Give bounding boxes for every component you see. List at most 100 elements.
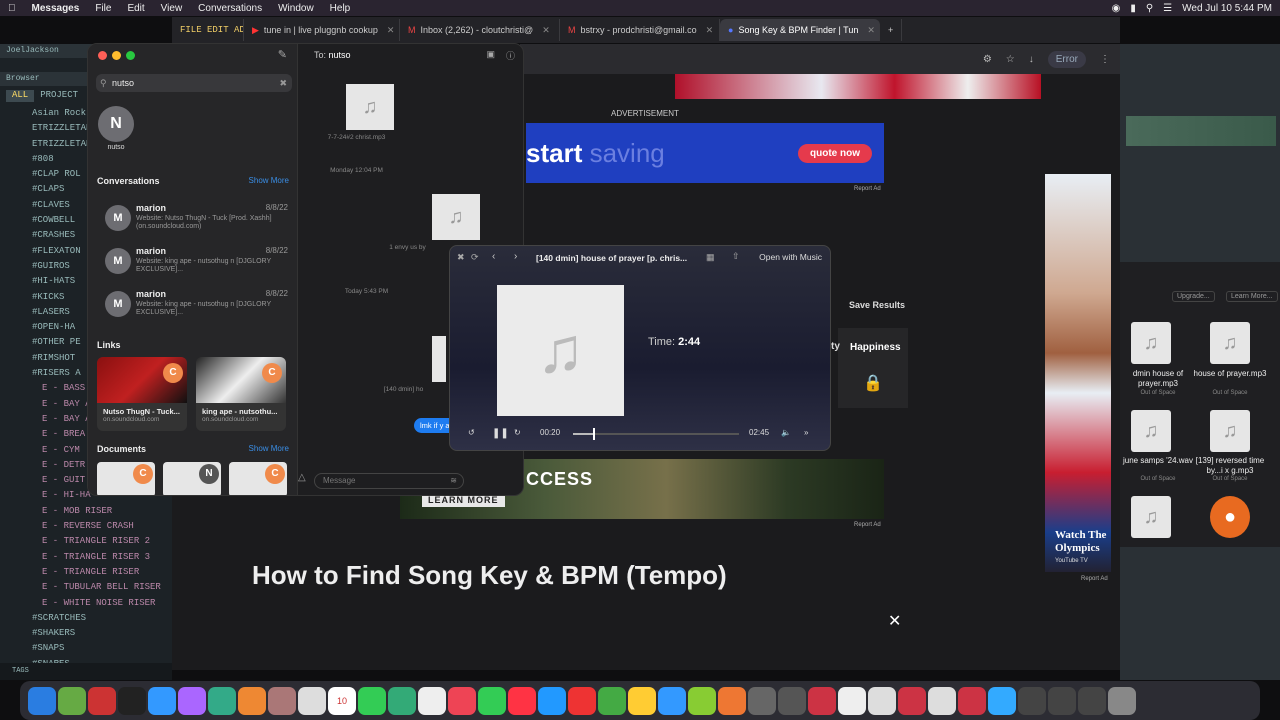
dock-app-icon[interactable] [928,686,956,715]
audio-file-icon[interactable]: ♫ [1131,410,1171,452]
menu-help[interactable]: Help [322,3,359,14]
dock-app-icon[interactable] [778,686,806,715]
share-icon[interactable]: ⇧ [732,251,740,262]
close-icon[interactable]: ✖ [457,252,465,263]
skip-forward-icon[interactable]: ↻ [514,428,521,437]
info-icon[interactable]: ⓘ [506,49,515,62]
fl-folder-item[interactable]: #SHAKERS [0,626,172,641]
dock-app-icon[interactable] [808,686,836,715]
error-button[interactable]: Error [1047,50,1086,68]
show-more-link[interactable]: Show More [249,176,289,185]
audio-file-icon[interactable]: ♫ [1210,410,1250,452]
dock-app-icon[interactable] [958,686,986,715]
report-ad-link-3[interactable]: Report Ad [1081,576,1108,582]
close-icon[interactable]: ✕ [888,611,901,631]
dock-app-icon[interactable] [898,686,926,715]
search-icon[interactable]: ⚲ [1146,3,1153,14]
close-icon[interactable]: ✕ [706,25,714,36]
dock-app-icon[interactable] [148,686,176,715]
dock-app-icon[interactable] [838,686,866,715]
bookmark-icon[interactable]: ☆ [1006,54,1015,65]
audio-attachment[interactable]: ♫ [432,194,480,240]
menu-view[interactable]: View [153,3,191,14]
dock-app-icon[interactable] [1048,686,1076,715]
calendar-icon[interactable]: 10 [328,686,356,715]
close-icon[interactable]: ✕ [387,25,395,36]
dock-app-icon[interactable] [268,686,296,715]
menu-file[interactable]: File [87,3,119,14]
contact-avatar[interactable]: N [98,106,134,142]
audio-attachment[interactable]: ♫ [346,84,394,130]
menu-conversations[interactable]: Conversations [190,3,270,14]
dock-app-icon[interactable] [418,686,446,715]
menu-window[interactable]: Window [270,3,322,14]
open-with-music-button[interactable]: Open with Music [759,252,822,262]
dock-app-icon[interactable] [628,686,656,715]
audio-file-icon[interactable]: ♫ [1210,322,1250,364]
report-ad-link[interactable]: Report Ad [854,186,881,192]
conversation-item[interactable]: M marion 8/8/22 Website: Nutso ThugN - T… [88,201,298,243]
dock-app-icon[interactable] [118,686,146,715]
new-tab-button[interactable]: + [880,19,903,41]
clear-search-icon[interactable]: ✖ [279,74,287,92]
file-name[interactable]: june samps '24.wav [1120,456,1196,466]
tab-gmail-2[interactable]: Mbstrxy - prodchristi@gmail.co ✕ [560,19,720,41]
dock-app-icon[interactable] [1108,686,1136,715]
document-thumb[interactable]: C [229,462,287,495]
dock-app-icon[interactable] [388,686,416,715]
link-card[interactable]: Nutso ThugN - Tuck... on.soundcloud.com … [97,357,187,431]
audio-file-icon[interactable]: ♫ [1131,496,1171,538]
wifi-icon[interactable]: ◉ [1112,3,1121,14]
dock-app-icon[interactable] [58,686,86,715]
fl-folder-item[interactable]: E - WHITE NOISE RISER [0,596,172,611]
apps-icon[interactable]: △ [298,472,306,483]
dock-app-icon[interactable] [868,686,896,715]
dock-app-icon[interactable] [1078,686,1106,715]
dock-app-icon[interactable] [178,686,206,715]
tab-fl[interactable]: FILE EDIT ADD PATTERNS VIEW OP [172,19,244,41]
document-thumb[interactable]: N [163,462,221,495]
fl-studio-icon[interactable]: ● [1210,496,1250,538]
dock-app-icon[interactable] [1018,686,1046,715]
tab-gmail[interactable]: M Inbox (2,262) - cloutchristi@ ✕ [400,19,560,41]
skip-back-icon[interactable]: ↺ [468,428,475,437]
dock-app-icon[interactable] [988,686,1016,715]
close-icon[interactable]: ✕ [867,25,875,36]
dock-app-icon[interactable] [538,686,566,715]
fl-folder-item[interactable]: E - TRIANGLE RISER [0,565,172,580]
audio-file-icon[interactable]: ♫ [1131,322,1171,364]
file-name[interactable]: house of prayer.mp3 [1192,369,1268,379]
audio-message-icon[interactable]: ≋ [450,474,457,488]
save-results-button[interactable]: Save Results [849,300,905,310]
close-icon[interactable]: ✕ [542,25,550,36]
fl-folder-item[interactable]: E - TRIANGLE RISER 3 [0,550,172,565]
compose-icon[interactable]: ✎ [278,48,287,61]
fl-folder-item[interactable]: E - TUBULAR BELL RISER [0,580,172,595]
extensions-icon[interactable]: ⚙ [983,54,992,65]
dock-app-icon[interactable] [298,686,326,715]
fl-folder-item[interactable]: #SNAPS [0,641,172,656]
clock[interactable]: Wed Jul 10 5:44 PM [1182,3,1272,14]
previous-icon[interactable]: ‹ [492,251,495,262]
progress-slider[interactable] [573,428,739,440]
more-controls-icon[interactable]: » [804,428,808,437]
audio-attachment[interactable] [432,336,446,382]
fl-folder-item[interactable]: E - TRIANGLE RISER 2 [0,534,172,549]
zoom-window-button[interactable] [126,51,135,60]
link-card[interactable]: king ape - nutsothu... on.soundcloud.com… [196,357,286,431]
upgrade-button[interactable]: Upgrade... [1172,291,1215,302]
ad-olympics[interactable]: Watch The Olympics YouTube TV [1045,174,1111,572]
fl-folder-item[interactable]: #SCRATCHES [0,611,172,626]
document-thumb[interactable]: C [97,462,155,495]
conversation-item[interactable]: M marion 8/8/22 Website: king ape - nuts… [88,244,298,286]
menu-edit[interactable]: Edit [119,3,152,14]
dock-app-icon[interactable] [28,686,56,715]
report-ad-link-2[interactable]: Report Ad [854,522,881,528]
fl-tags[interactable]: TAGS [0,663,172,680]
file-name[interactable]: dmin house of prayer.mp3 [1120,369,1196,389]
grid-icon[interactable]: ▦ [706,252,715,263]
tab-youtube[interactable]: ▶ tune in | live pluggnb cookup ✕ [244,19,400,41]
dock-app-icon[interactable] [748,686,776,715]
dock-app-icon[interactable] [688,686,716,715]
quote-now-button[interactable]: quote now [798,143,872,163]
